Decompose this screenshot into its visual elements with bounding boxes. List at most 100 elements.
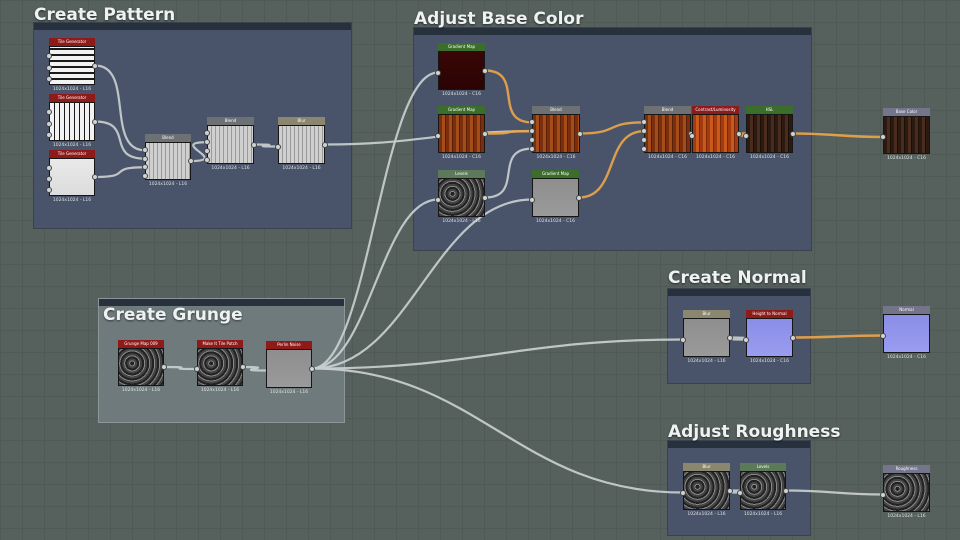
input-port[interactable] xyxy=(641,145,647,152)
output-port[interactable] xyxy=(161,364,167,370)
hsl-node[interactable]: HSL 1024x1024 - C16 xyxy=(743,106,796,160)
input-port[interactable] xyxy=(142,172,148,179)
input-port[interactable] xyxy=(529,145,535,152)
input-port[interactable] xyxy=(46,52,52,59)
input-port[interactable] xyxy=(204,147,210,154)
blend-node-4[interactable]: Blend 1024x1024 - C16 xyxy=(641,106,694,160)
node-resolution-label: 1024x1024 - L16 xyxy=(148,182,188,187)
node-resolution-label: 1024x1024 - L16 xyxy=(282,166,321,171)
input-port[interactable] xyxy=(880,332,886,339)
blend-node-3[interactable]: Blend 1024x1024 - C16 xyxy=(529,106,583,160)
output-port[interactable] xyxy=(92,174,98,180)
output-port[interactable] xyxy=(482,194,488,201)
levels-node-1[interactable]: Levels 1024x1024 - L16 xyxy=(435,170,488,224)
input-port[interactable] xyxy=(46,64,52,71)
tile-generator-node-2[interactable]: Tile Generator 1024x1024 - L16 xyxy=(46,94,98,148)
gray-wire-perlin-to-gmap3[interactable] xyxy=(310,198,534,370)
input-port[interactable] xyxy=(275,143,281,150)
input-port[interactable] xyxy=(529,196,535,203)
gray-wire-perlin-to-blur2[interactable] xyxy=(310,338,685,370)
output-port[interactable] xyxy=(482,130,488,137)
node-thumbnail xyxy=(197,348,243,386)
contrast-luminosity-node[interactable]: Contrast/Luminosity 1024x1024 - C16 xyxy=(689,106,742,160)
input-port[interactable] xyxy=(435,196,441,203)
input-port[interactable] xyxy=(142,155,148,162)
blend-node-2[interactable]: Blend 1024x1024 - L16 xyxy=(204,117,257,171)
levels-node-2[interactable]: Levels 1024x1024 - L16 xyxy=(737,463,789,517)
node-resolution-label: 1024x1024 - C16 xyxy=(750,359,789,364)
color-wire-hsl-to-out-base[interactable] xyxy=(791,132,885,139)
input-port[interactable] xyxy=(46,120,52,127)
output-port[interactable] xyxy=(783,487,789,494)
input-port[interactable] xyxy=(680,489,686,496)
gradient-map-node-2[interactable]: Gradient Map 1024x1024 - C16 xyxy=(435,106,488,160)
output-port[interactable] xyxy=(309,365,315,372)
perlin-noise-node[interactable]: Perlin Noise 1024x1024 - L16 xyxy=(266,341,315,395)
input-port[interactable] xyxy=(204,156,210,163)
node-thumbnail xyxy=(438,178,485,217)
gray-wire-warp-to-perlin[interactable] xyxy=(241,365,268,372)
roughness-output-node[interactable]: Roughness 1024x1024 - L16 xyxy=(880,465,930,519)
node-resolution-label: 1024x1024 - L16 xyxy=(121,388,161,393)
output-port[interactable] xyxy=(727,334,733,341)
grunge-map-node[interactable]: Grunge Map 009 1024x1024 - L16 xyxy=(118,340,167,393)
gray-wire-tile3-to-blend1[interactable] xyxy=(93,166,147,179)
input-port[interactable] xyxy=(743,132,749,139)
output-port[interactable] xyxy=(322,141,328,148)
input-port[interactable] xyxy=(529,136,535,143)
color-wire-h2n-to-out-normal[interactable] xyxy=(791,334,885,339)
input-port[interactable] xyxy=(880,491,886,498)
gradient-map-node-3[interactable]: Gradient Map 1024x1024 - C16 xyxy=(529,170,582,224)
output-port[interactable] xyxy=(92,118,98,125)
input-port[interactable] xyxy=(737,489,743,496)
output-port[interactable] xyxy=(188,158,194,164)
input-port[interactable] xyxy=(680,336,686,343)
output-port[interactable] xyxy=(92,62,98,69)
node-resolution-label: 1024x1024 - L16 xyxy=(200,388,240,393)
input-port[interactable] xyxy=(880,134,886,140)
input-port[interactable] xyxy=(641,136,647,143)
output-port[interactable] xyxy=(482,67,488,74)
input-port[interactable] xyxy=(689,132,695,139)
output-port[interactable] xyxy=(727,487,733,494)
output-port[interactable] xyxy=(736,130,742,137)
output-port[interactable] xyxy=(240,364,246,370)
color-wire-gmap1-to-blend3[interactable] xyxy=(483,69,534,124)
normal-output-node[interactable]: Normal 1024x1024 - C16 xyxy=(880,306,930,360)
input-port[interactable] xyxy=(435,132,441,139)
blend-node-1[interactable]: Blend 1024x1024 - L16 xyxy=(142,134,194,187)
blur-node-3[interactable]: Blur 1024x1024 - L16 xyxy=(680,463,733,517)
node-thumbnail xyxy=(883,314,930,353)
output-port[interactable] xyxy=(577,130,583,137)
height-to-normal-node[interactable]: Height to Normal 1024x1024 - C16 xyxy=(743,310,796,364)
blur-node-2[interactable]: Blur 1024x1024 - L16 xyxy=(680,310,733,364)
base-color-output-node[interactable]: Base Color 1024x1024 - C16 xyxy=(880,108,930,161)
input-port[interactable] xyxy=(743,336,749,343)
gradient-map-node-1[interactable]: Gradient Map 1024x1024 - C16 xyxy=(435,43,488,97)
gray-wire-tile2-to-blend1[interactable] xyxy=(93,120,147,160)
node-thumbnail xyxy=(883,116,930,154)
warp-tile-node[interactable]: Make It Tile Patch 1024x1024 - L16 xyxy=(194,340,246,393)
output-port[interactable] xyxy=(790,334,796,341)
gray-wire-levels1-to-blend3[interactable] xyxy=(483,147,534,199)
input-port[interactable] xyxy=(435,69,441,76)
gray-wire-perlin-to-blur3[interactable] xyxy=(310,367,685,494)
tile-generator-node-3[interactable]: Tile Generator 1024x1024 - L16 xyxy=(46,150,98,203)
gray-wire-levels2-to-out-rough[interactable] xyxy=(784,489,885,496)
input-port[interactable] xyxy=(46,108,52,115)
blur-node[interactable]: Blur 1024x1024 - L16 xyxy=(275,117,328,171)
node-thumbnail xyxy=(683,471,730,510)
gray-wire-grunge-to-warp[interactable] xyxy=(162,365,199,371)
node-resolution-label: 1024x1024 - C16 xyxy=(750,155,789,160)
node-thumbnail xyxy=(278,125,325,164)
color-wire-gmap3-to-blend4[interactable] xyxy=(577,129,646,199)
node-thumbnail xyxy=(49,158,95,196)
input-port[interactable] xyxy=(194,366,200,372)
output-port[interactable] xyxy=(576,194,582,201)
output-port[interactable] xyxy=(251,141,257,148)
input-port[interactable] xyxy=(46,176,52,182)
tile-generator-node-1[interactable]: Tile Generator 1024x1024 - L16 xyxy=(46,38,98,92)
output-port[interactable] xyxy=(790,130,796,137)
gray-wire-perlin-to-gmap1[interactable] xyxy=(310,71,440,370)
input-port[interactable] xyxy=(46,164,52,171)
